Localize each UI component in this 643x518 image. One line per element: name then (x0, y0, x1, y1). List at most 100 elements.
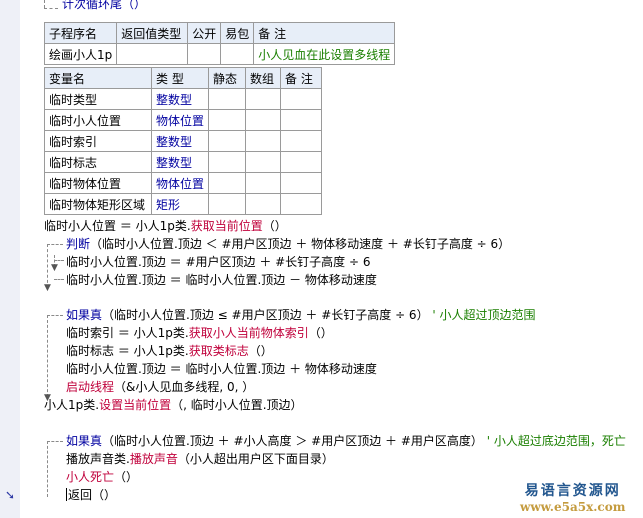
code-text: 临时标志 ＝ 小人1p类. (66, 344, 189, 358)
var-array-cell[interactable] (245, 130, 282, 152)
code-line[interactable]: 播放声音类.播放声音（小人超出用户区下面目录） (66, 451, 334, 467)
var-name-cell[interactable]: 临时物体位置 (44, 172, 152, 194)
var-array-cell[interactable] (245, 109, 282, 131)
code-text: （小人超出用户区下面目录） (177, 452, 334, 466)
var-static-cell[interactable] (208, 172, 247, 194)
code-line[interactable]: 启动线程（&小人见血多线程, 0, ） (66, 379, 254, 395)
var-array-cell[interactable] (245, 193, 282, 215)
var-name-cell[interactable]: 临时小人位置 (44, 109, 152, 131)
code-text: （） (248, 344, 273, 358)
code-line[interactable]: 判断（临时小人位置.顶边 ＜ #用户区顶边 ＋ 物体移动速度 ＋ #长钉子高度 … (66, 236, 510, 252)
function-name: 小人死亡 (66, 470, 115, 484)
var-type-cell[interactable]: 物体位置 (150, 109, 210, 131)
code-text: 返回（） (68, 488, 117, 502)
table-row[interactable]: 临时物体位置 物体位置 (44, 172, 323, 194)
code-line[interactable]: 返回（） (66, 487, 116, 503)
flow-connector (54, 279, 64, 280)
current-line-arrow-icon: ➘ (5, 488, 16, 502)
flow-connector (47, 315, 63, 316)
var-name-cell[interactable]: 临时索引 (44, 130, 152, 152)
var-type-cell[interactable]: 矩形 (150, 193, 210, 215)
var-type-cell[interactable]: 物体位置 (150, 172, 210, 194)
var-array-cell[interactable] (245, 151, 282, 173)
method-name: 获取类标志 (188, 344, 249, 358)
var-name-cell[interactable]: 临时类型 (44, 88, 152, 110)
header-cell: 公开 (187, 22, 222, 44)
header-cell: 变量名 (44, 67, 152, 89)
table-row[interactable]: 临时类型 整数型 (44, 88, 323, 110)
code-line[interactable]: 如果真（临时小人位置.顶边 ＋ #小人高度 ＞ #用户区顶边 ＋ #用户区高度）… (66, 433, 626, 449)
var-type-cell[interactable]: 整数型 (150, 130, 210, 152)
function-name: 启动线程 (66, 380, 115, 394)
code-line[interactable]: 临时小人位置 ＝ 小人1p类.获取当前位置（） (44, 218, 287, 234)
code-line[interactable]: 如果真（临时小人位置.顶边 ≤ #用户区顶边 ＋ #长钉子高度 ÷ 6） ' 小… (66, 307, 536, 323)
table-header-row: 变量名 类 型 静态 数组 备 注 (44, 67, 323, 89)
code-comment: ' 小人超过底边范围，死亡 (486, 434, 626, 448)
code-line[interactable]: 小人死亡（） (66, 469, 138, 485)
code-text: 小人1p类. (44, 398, 100, 412)
var-name-cell[interactable]: 临时标志 (44, 151, 152, 173)
var-remark-cell[interactable] (280, 172, 323, 194)
var-type-cell[interactable]: 整数型 (150, 88, 210, 110)
var-array-cell[interactable] (245, 172, 282, 194)
header-cell: 备 注 (280, 67, 323, 89)
code-line[interactable]: 临时小人位置.顶边 ＝ 临时小人位置.顶边 － 物体移动速度 (66, 272, 377, 288)
code-line[interactable]: 小人1p类.设置当前位置（, 临时小人位置.顶边） (44, 397, 303, 413)
text-cursor (66, 488, 67, 501)
var-static-cell[interactable] (208, 193, 247, 215)
code-line[interactable]: 临时索引 ＝ 小人1p类.获取小人当前物体索引（） (66, 325, 333, 341)
table-row[interactable]: 临时物体矩形区域 矩形 (44, 193, 323, 215)
variable-table: 变量名 类 型 静态 数组 备 注 临时类型 整数型 临时小人位置 物体位置 临… (44, 67, 323, 215)
flow-connector (47, 315, 48, 397)
table-row[interactable]: 临时索引 整数型 (44, 130, 323, 152)
table-row[interactable]: 绘画小人1p 小人见血在此设置多线程 (43, 43, 396, 65)
if-true-keyword: 如果真 (66, 308, 103, 322)
flow-connector (44, 0, 45, 8)
var-type-cell[interactable]: 整数型 (150, 151, 210, 173)
code-line[interactable]: 临时小人位置.顶边 ＝ 临时小人位置.顶边 ＋ 物体移动速度 (66, 361, 377, 377)
arrow-down-icon: ▼ (44, 283, 51, 293)
var-static-cell[interactable] (208, 109, 247, 131)
header-cell: 备 注 (253, 22, 396, 44)
table-row[interactable]: 临时标志 整数型 (44, 151, 323, 173)
loop-end-line[interactable]: 计次循环尾（） (62, 0, 146, 12)
watermark-title: 易语言资源网 (524, 483, 621, 499)
var-static-cell[interactable] (208, 151, 247, 173)
code-text: （） (114, 470, 139, 484)
flow-connector (54, 260, 64, 261)
var-static-cell[interactable] (208, 88, 247, 110)
subroutine-name-cell[interactable]: 绘画小人1p (43, 43, 118, 65)
code-line[interactable]: 临时标志 ＝ 小人1p类.获取类标志（） (66, 343, 273, 359)
var-remark-cell[interactable] (280, 151, 323, 173)
code-line[interactable]: 临时小人位置.顶边 ＝ #用户区顶边 ＋ #长钉子高度 ÷ 6 (66, 254, 371, 270)
flow-connector (47, 441, 48, 497)
var-remark-cell[interactable] (280, 88, 323, 110)
header-cell: 静态 (208, 67, 247, 89)
public-cell[interactable] (187, 43, 222, 65)
code-comment: ' 小人超过顶边范围 (432, 308, 536, 322)
method-name: 获取小人当前物体索引 (188, 326, 309, 340)
method-name: 获取当前位置 (190, 219, 263, 233)
remark-cell[interactable]: 小人见血在此设置多线程 (253, 43, 396, 65)
var-remark-cell[interactable] (280, 193, 323, 215)
method-name: 设置当前位置 (99, 398, 172, 412)
epackage-cell[interactable] (220, 43, 255, 65)
table-header-row: 子程序名 返回值类型 公开 易包 备 注 (43, 22, 396, 44)
code-text: （, 临时小人位置.顶边） (171, 398, 303, 412)
header-cell: 子程序名 (43, 22, 118, 44)
table-row[interactable]: 临时小人位置 物体位置 (44, 109, 323, 131)
return-type-cell[interactable] (116, 43, 189, 65)
var-name-cell[interactable]: 临时物体矩形区域 (44, 193, 152, 215)
header-cell: 类 型 (150, 67, 210, 89)
var-static-cell[interactable] (208, 130, 247, 152)
code-text: （临时小人位置.顶边 ＜ #用户区顶边 ＋ 物体移动速度 ＋ #长钉子高度 ÷ … (90, 237, 511, 251)
var-remark-cell[interactable] (280, 130, 323, 152)
code-text: 临时小人位置 ＝ 小人1p类. (44, 219, 191, 233)
if-true-keyword: 如果真 (66, 434, 103, 448)
var-remark-cell[interactable] (280, 109, 323, 131)
code-text: （） (262, 219, 287, 233)
header-cell: 易包 (220, 22, 255, 44)
var-array-cell[interactable] (245, 88, 282, 110)
code-text: （临时小人位置.顶边 ＋ #小人高度 ＞ #用户区顶边 ＋ #用户区高度） (102, 434, 483, 448)
header-cell: 数组 (245, 67, 282, 89)
